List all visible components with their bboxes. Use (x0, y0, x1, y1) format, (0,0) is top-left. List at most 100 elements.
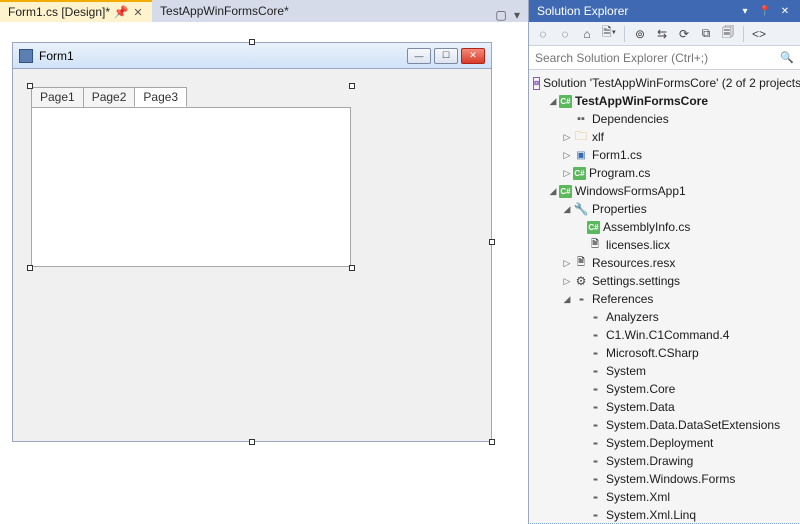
tree-project[interactable]: ◢C#TestAppWinFormsCore (529, 92, 800, 110)
tree-label: References (592, 292, 653, 306)
panel-titlebar[interactable]: Solution Explorer ▾ 📍 ✕ (529, 0, 800, 22)
tabpage-label: Page2 (92, 90, 127, 104)
expander-icon[interactable]: ◢ (561, 294, 573, 305)
refresh-icon[interactable]: ⟳ (674, 24, 694, 44)
tree-ref[interactable]: ▪▪System.Deployment (529, 434, 800, 452)
tree-project[interactable]: ◢C#WindowsFormsApp1 (529, 182, 800, 200)
expander-icon[interactable]: ◢ (547, 186, 559, 197)
tree-ref[interactable]: ▪▪System (529, 362, 800, 380)
tree-label: xlf (592, 130, 604, 144)
preview-icon[interactable]: ▢ (494, 8, 508, 22)
maximize-button[interactable]: ☐ (434, 48, 458, 64)
tabpage-2[interactable]: Page2 (83, 87, 136, 107)
tree-file[interactable]: ▷⚙Settings.settings (529, 272, 800, 290)
tree-dependencies[interactable]: ▪▪Dependencies (529, 110, 800, 128)
tree-ref[interactable]: ▪▪System.Data (529, 398, 800, 416)
csproj-icon: C# (559, 95, 572, 108)
tree-ref[interactable]: ▪▪System.Core (529, 380, 800, 398)
expander-icon[interactable]: ▷ (561, 258, 573, 269)
reference-icon: ▪▪ (587, 399, 603, 415)
editor-area: Form1.cs [Design]* 📌 ✕ TestAppWinFormsCo… (0, 0, 528, 524)
document-tab-label: TestAppWinFormsCore* (160, 4, 289, 18)
tree-properties[interactable]: ◢🔧Properties (529, 200, 800, 218)
resize-handle[interactable] (349, 83, 355, 89)
tree-file[interactable]: 🗎licenses.licx (529, 236, 800, 254)
tree-label: AssemblyInfo.cs (603, 220, 690, 234)
resize-handle[interactable] (349, 265, 355, 271)
tree-ref[interactable]: ▪▪System.Data.DataSetExtensions (529, 416, 800, 434)
pin-icon[interactable]: 📌 (116, 7, 126, 17)
tree-label: System.Core (606, 382, 675, 396)
form-titlebar[interactable]: Form1 — ☐ ✕ (13, 43, 491, 69)
tabpage-1[interactable]: Page1 (31, 87, 84, 107)
window-position-icon[interactable]: ▾ (738, 4, 752, 18)
tree-file[interactable]: C#AssemblyInfo.cs (529, 218, 800, 236)
reference-icon: ▪▪ (587, 381, 603, 397)
search-input[interactable] (535, 51, 780, 65)
separator (743, 26, 744, 42)
design-surface[interactable]: Form1 — ☐ ✕ Page1 Page2 Page3 (0, 22, 528, 524)
expander-icon[interactable]: ▷ (561, 276, 573, 287)
expander-icon[interactable]: ▷ (561, 132, 573, 143)
pin-icon[interactable]: 📍 (758, 4, 772, 18)
tree-folder[interactable]: ▷🗀xlf (529, 128, 800, 146)
sync-icon[interactable]: ⇆ (652, 24, 672, 44)
tree-ref[interactable]: ▪▪System.Drawing (529, 452, 800, 470)
tree-file[interactable]: ▷🗎Resources.resx (529, 254, 800, 272)
tree-ref[interactable]: ▪▪Analyzers (529, 308, 800, 326)
solution-icon: ⧈ (533, 77, 540, 90)
forward-icon[interactable]: ◌ (555, 24, 575, 44)
tree-ref[interactable]: ▪▪System.Xml (529, 488, 800, 506)
home-icon[interactable]: ⌂ (577, 24, 597, 44)
tree-solution[interactable]: ⧈Solution 'TestAppWinFormsCore' (2 of 2 … (529, 74, 800, 92)
resize-handle[interactable] (27, 265, 33, 271)
tree-ref[interactable]: ▪▪System.Windows.Forms (529, 470, 800, 488)
resize-handle[interactable] (27, 83, 33, 89)
resize-handle-top[interactable] (249, 39, 255, 45)
properties-icon[interactable]: <> (749, 24, 769, 44)
close-button[interactable]: ✕ (461, 48, 485, 64)
reference-icon: ▪▪ (587, 417, 603, 433)
solution-tree[interactable]: ⧈Solution 'TestAppWinFormsCore' (2 of 2 … (529, 70, 800, 524)
tabpage-3[interactable]: Page3 (134, 87, 187, 107)
tree-label: System.Windows.Forms (606, 472, 735, 486)
search-icon[interactable]: 🔍 (780, 51, 794, 64)
show-all-files-icon[interactable]: 🗐 (718, 24, 738, 44)
expander-icon[interactable]: ◢ (561, 204, 573, 215)
tree-file[interactable]: ▷▣Form1.cs (529, 146, 800, 164)
tree-ref[interactable]: ▪▪Microsoft.CSharp (529, 344, 800, 362)
form-icon (19, 49, 33, 63)
document-tab-testapp[interactable]: TestAppWinFormsCore* (152, 0, 297, 22)
tree-label: System.Data (606, 400, 675, 414)
tab-control[interactable]: Page1 Page2 Page3 (31, 87, 351, 267)
switch-views-icon[interactable]: 🗎▾ (599, 24, 619, 44)
search-box[interactable]: 🔍 (529, 46, 800, 70)
close-icon[interactable]: ✕ (132, 6, 144, 18)
dependencies-icon: ▪▪ (573, 111, 589, 127)
tree-label: TestAppWinFormsCore (575, 94, 708, 108)
winforms-form[interactable]: Form1 — ☐ ✕ Page1 Page2 Page3 (12, 42, 492, 442)
reference-icon: ▪▪ (587, 363, 603, 379)
tree-file[interactable]: ▷C#Program.cs (529, 164, 800, 182)
tabpage-content[interactable] (31, 107, 351, 267)
tabcontrol-tabstrip: Page1 Page2 Page3 (31, 87, 351, 107)
expander-icon[interactable]: ◢ (547, 96, 559, 107)
expander-icon[interactable]: ▷ (561, 150, 573, 161)
tree-ref[interactable]: ▪▪System.Xml.Linq (529, 506, 800, 524)
expander-icon[interactable]: ▷ (561, 168, 573, 179)
resx-icon: 🗎 (573, 255, 589, 271)
chevron-down-icon[interactable]: ▾ (510, 8, 524, 22)
file-icon: 🗎 (587, 237, 603, 253)
back-icon[interactable]: ◌ (533, 24, 553, 44)
reference-icon: ▪▪ (587, 309, 603, 325)
form-client-area[interactable]: Page1 Page2 Page3 (13, 69, 491, 441)
tabpage-label: Page1 (40, 90, 75, 104)
filter-icon[interactable]: ⊚ (630, 24, 650, 44)
collapse-all-icon[interactable]: ⧉ (696, 24, 716, 44)
separator (624, 26, 625, 42)
document-tab-form1[interactable]: Form1.cs [Design]* 📌 ✕ (0, 0, 152, 22)
tree-references[interactable]: ◢▪▪References (529, 290, 800, 308)
tree-ref[interactable]: ▪▪C1.Win.C1Command.4 (529, 326, 800, 344)
close-icon[interactable]: ✕ (778, 4, 792, 18)
minimize-button[interactable]: — (407, 48, 431, 64)
